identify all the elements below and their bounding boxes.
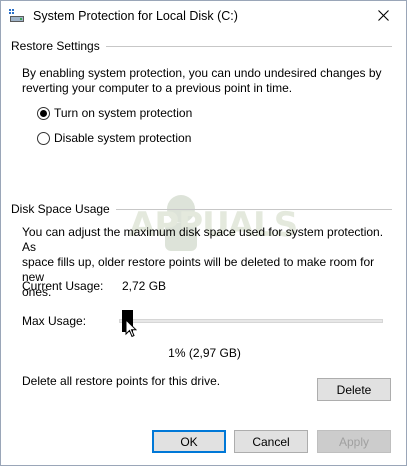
delete-button[interactable]: Delete bbox=[317, 378, 391, 401]
current-usage-value: 2,72 GB bbox=[122, 279, 167, 293]
max-usage-readout: 1% (2,97 GB) bbox=[168, 346, 241, 360]
restore-settings-description: By enabling system protection, you can u… bbox=[22, 66, 392, 96]
title-bar[interactable]: System Protection for Local Disk (C:) bbox=[1, 1, 406, 32]
apply-button[interactable]: Apply bbox=[317, 430, 391, 453]
radio-disable-protection[interactable]: Disable system protection bbox=[37, 130, 191, 146]
description-line: reverting your computer to a previous po… bbox=[22, 81, 293, 95]
window-title: System Protection for Local Disk (C:) bbox=[33, 9, 238, 23]
restore-settings-heading: Restore Settings bbox=[11, 39, 100, 53]
mouse-pointer-icon bbox=[125, 318, 138, 341]
system-protection-dialog: System Protection for Local Disk (C:) Re… bbox=[0, 0, 407, 466]
restore-settings-group: Restore Settings bbox=[11, 39, 392, 53]
description-line: By enabling system protection, you can u… bbox=[22, 66, 382, 80]
ok-button[interactable]: OK bbox=[152, 430, 226, 453]
slider-track[interactable] bbox=[119, 319, 383, 323]
disk-space-usage-group: Disk Space Usage bbox=[11, 202, 392, 216]
group-divider bbox=[115, 208, 392, 210]
max-usage-slider[interactable] bbox=[119, 310, 383, 332]
system-properties-icon bbox=[9, 9, 25, 23]
description-line: You can adjust the maximum disk space us… bbox=[22, 225, 384, 254]
radio-label: Turn on system protection bbox=[54, 106, 193, 120]
radio-label: Disable system protection bbox=[54, 131, 192, 145]
max-usage-label: Max Usage: bbox=[22, 314, 87, 328]
group-divider bbox=[105, 45, 392, 47]
cancel-button[interactable]: Cancel bbox=[234, 430, 308, 453]
radio-turn-on-protection[interactable]: Turn on system protection bbox=[37, 105, 192, 121]
close-button[interactable] bbox=[360, 1, 406, 32]
disk-space-usage-heading: Disk Space Usage bbox=[11, 202, 110, 216]
radio-button-checked[interactable] bbox=[37, 106, 50, 120]
delete-restore-points-text: Delete all restore points for this drive… bbox=[22, 374, 221, 388]
close-icon bbox=[377, 9, 389, 24]
current-usage-label: Current Usage: bbox=[22, 279, 104, 293]
radio-button[interactable] bbox=[37, 131, 50, 145]
